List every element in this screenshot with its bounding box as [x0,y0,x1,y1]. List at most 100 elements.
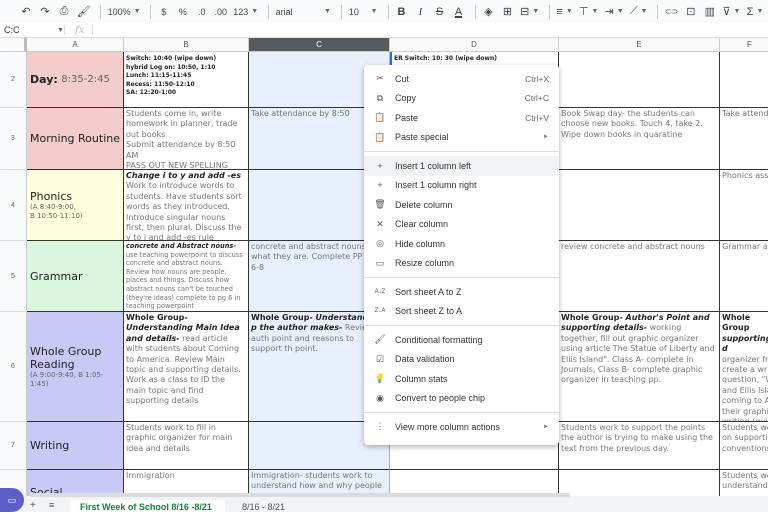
link-icon[interactable]: ⊂⊃ [663,3,680,21]
cell-f2[interactable] [720,52,768,108]
increase-decimal-button[interactable]: .00 [213,3,229,21]
cell-b5[interactable]: concrete and Abstract nouns- use teachin… [124,241,249,312]
cell-a7[interactable]: Writing [27,422,124,470]
undo-icon[interactable]: ↶ [18,3,34,21]
row-header[interactable]: 4 [0,170,27,241]
divider [340,4,342,19]
close-icon: ✕ [376,218,384,229]
paint-roller-icon: 🖌 [374,334,386,345]
horizontal-scrollbar[interactable] [30,493,570,497]
decrease-decimal-button[interactable]: .0 [194,3,210,21]
redo-icon[interactable]: ↷ [37,3,53,21]
cell-a4[interactable]: Phonics (A 8:40-9:00, B 10:50-11:10) [27,170,124,241]
menu-item-copy[interactable]: ⧉ Copy Ctrl+C [364,89,559,109]
menu-item-sort-a-z[interactable]: A↓Z Sort sheet A to Z [364,282,559,302]
bold-button[interactable]: B [394,3,410,21]
fill-color-icon[interactable]: ◈ [481,3,497,21]
add-sheet-button[interactable]: + [30,500,36,511]
strikethrough-button[interactable]: S [432,3,448,21]
cell-a3[interactable]: Morning Routine [27,108,124,170]
merge-cells-icon[interactable]: ⊟ ▼ [519,3,541,21]
menu-item-insert-column-left[interactable]: + Insert 1 column left [364,156,559,176]
menu-item-data-validation[interactable]: ☑ Data validation [364,350,559,370]
cell-e4[interactable] [559,170,720,241]
name-box-value: C:C [4,25,20,35]
cell-f8[interactable]: Students wo understand i [720,470,768,496]
text-color-button[interactable]: A [451,3,467,21]
cell-e5[interactable]: review concrete and abstract nouns [559,241,720,312]
divider [657,4,659,19]
cell-f6[interactable]: Whole Groupsupporting dorganizer fro cre… [720,312,768,422]
cell-e3[interactable]: Book Swap day- the students can choose n… [559,108,720,170]
paint-format-icon[interactable]: 🖌 [75,3,92,21]
column-header-a[interactable]: A [27,38,124,52]
menu-item-hide-column[interactable]: ◎ Hide column [364,234,559,254]
menu-item-insert-column-right[interactable]: + Insert 1 column right [364,176,559,196]
chart-icon[interactable]: ▥ [702,3,718,21]
select-all-corner[interactable] [0,38,27,52]
row-header[interactable]: 3 [0,108,27,170]
cell-a6[interactable]: Whole Group Reading (A 9:00-9:40, B 1:05… [27,312,124,422]
comment-icon[interactable]: ⊡ [683,3,699,21]
font-size-select[interactable]: 10 ▼ [347,3,380,21]
horizontal-align-icon[interactable]: ≡ ▼ [555,3,575,21]
cell-b7[interactable]: Students work to fill in graphic organiz… [124,422,249,470]
menu-item-resize-column[interactable]: ▭ Resize column [364,254,559,274]
chevron-down-icon: ▼ [756,8,764,15]
cell-f4[interactable]: Phonics asse [720,170,768,241]
menu-item-more-column-actions[interactable]: ⋮ View more column actions ► [364,417,559,437]
font-select[interactable]: arial ▼ [274,3,333,21]
cell-a5[interactable]: Grammar [27,241,124,312]
formula-input[interactable] [93,24,768,36]
sheet-tab[interactable]: 8/16 - 8/21 [232,500,295,512]
cell-b6[interactable]: Whole Group- Understanding Main Idea and… [124,312,249,422]
currency-button[interactable]: $ [156,3,172,21]
vertical-align-icon[interactable]: ⊤ ▼ [577,3,600,21]
cell-e7[interactable]: Students work to support the points the … [559,422,720,470]
cell-e6[interactable]: Whole Group- Author's Point and supporti… [559,312,720,422]
row-header[interactable]: 5 [0,241,27,312]
more-formats-button[interactable]: 123 ▼ [232,3,260,21]
filter-icon[interactable]: ⊽ ▼ [721,3,742,21]
cell-b4[interactable]: Change i to y and add -es Work to introdu… [124,170,249,241]
cell-a2[interactable]: Day: 8:35-2:45 [27,52,124,108]
row-header[interactable]: 7 [0,422,27,470]
column-header-d[interactable]: D [390,38,559,52]
text-wrap-icon[interactable]: ⇥ ▼ [603,3,625,21]
menu-item-paste[interactable]: 📋 Paste Ctrl+V [364,108,559,128]
borders-icon[interactable]: ⊞ [500,3,516,21]
sheet-tab-active[interactable]: First Week of School 8/16 -8/21 [70,500,225,512]
cell-b2[interactable]: Switch: 10:40 (wipe down) hybrid Log on:… [124,52,249,108]
meet-camera-icon[interactable]: ▭ [0,488,24,512]
column-header-b[interactable]: B [124,38,249,52]
percent-button[interactable]: % [175,3,191,21]
menu-item-delete-column[interactable]: 🗑 Delete column [364,195,559,215]
menu-item-clear-column[interactable]: ✕ Clear column [364,215,559,235]
text-rotation-icon[interactable]: ⟋ ▼ [628,3,649,21]
row-header[interactable]: 6 [0,312,27,422]
row-header[interactable]: 2 [0,52,27,108]
menu-item-convert-people-chip[interactable]: ◉ Convert to people chip [364,389,559,409]
cell-f7[interactable]: Students wo on supportin conventions. [720,422,768,470]
print-icon[interactable]: ⎙ [56,3,72,21]
column-header-c[interactable]: C [249,38,390,52]
cell-f5[interactable]: Grammar as [720,241,768,312]
all-sheets-button[interactable]: ≡ [49,500,54,510]
menu-item-column-stats[interactable]: 💡 Column stats [364,369,559,389]
column-header-e[interactable]: E [559,38,720,52]
menu-item-sort-z-a[interactable]: Z↓A Sort sheet Z to A [364,302,559,322]
name-box[interactable]: C:C ▼ [0,25,64,35]
italic-button[interactable]: I [413,3,429,21]
cell-e2[interactable] [559,52,720,108]
column-header-f[interactable]: F [720,38,768,52]
cell-f3[interactable]: Take attendo [720,108,768,170]
menu-item-paste-special[interactable]: 📋 Paste special ► [364,128,559,148]
schedule-line: SA: 12:20-1:00 [126,89,177,96]
cell-e8[interactable] [559,470,720,496]
more-vert-icon: ⋮ [375,421,385,432]
functions-icon[interactable]: Σ ▼ [745,3,765,21]
zoom-select[interactable]: 100% ▼ [106,3,141,21]
cell-b3[interactable]: Students come in, write homework in plan… [124,108,249,170]
menu-item-conditional-formatting[interactable]: 🖌 Conditional formatting [364,330,559,350]
menu-item-cut[interactable]: ✂ Cut Ctrl+X [364,69,559,89]
